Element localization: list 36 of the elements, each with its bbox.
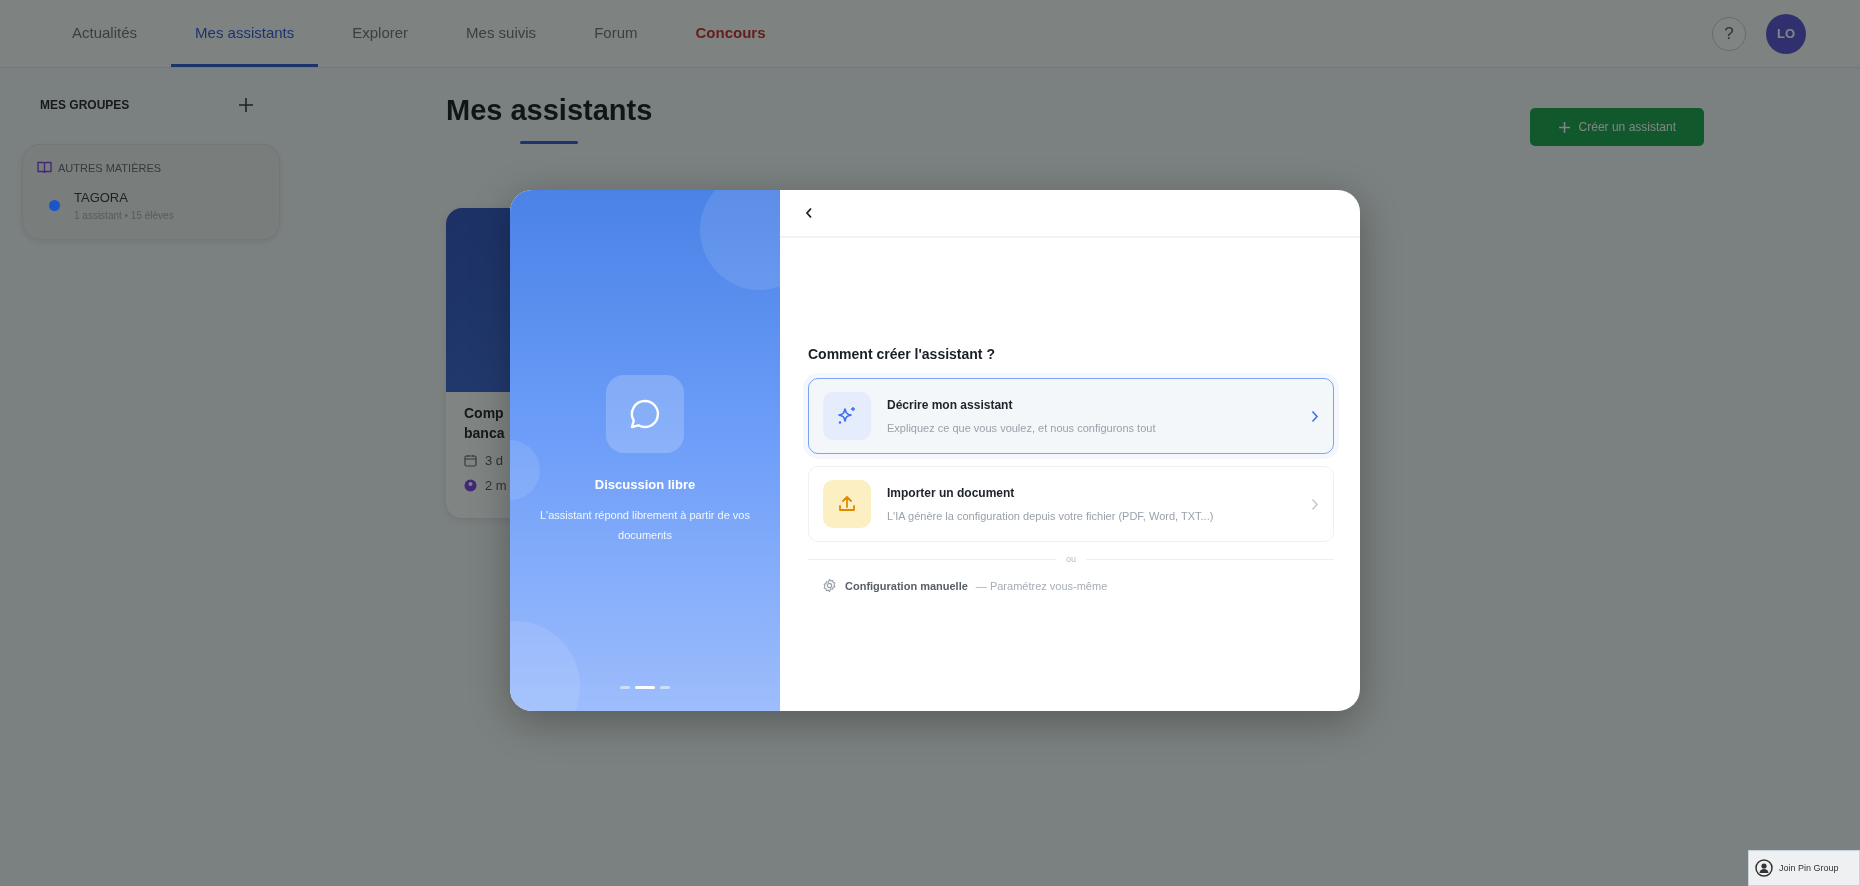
nav-tab[interactable]: Explorer [328,0,433,67]
calendar-icon [464,454,477,468]
option-card[interactable]: Importer un document L'IA génère la configuration depuis votre fichier (PDF, Word, TXT...) [808,466,1334,542]
help-button[interactable]: ? [1712,16,1746,51]
users-icon [464,479,477,493]
user-avatar[interactable]: LO [1766,13,1806,54]
nav-tab[interactable]: Actualités [48,0,162,67]
nav-tab[interactable]: Mes assistants [171,0,319,67]
separator-label: ou [1066,554,1076,564]
slide-title: Discussion libre [594,477,696,493]
nav-tab[interactable]: Forum [570,0,662,67]
group-name: AUTRES MATIÈRES [58,161,162,174]
user-icon [1755,859,1773,877]
chevron-right-icon [1311,497,1319,511]
sidebar-title: MES GROUPES [40,98,130,112]
back-icon[interactable] [805,207,813,219]
join-group-button[interactable]: Join Pin Group [1748,850,1860,886]
add-group-icon[interactable] [238,97,254,113]
card-members: 2 m [485,478,507,494]
chevron-right-icon [1311,409,1319,423]
chat-bubble-icon [606,375,684,454]
slide-description: L'assistant répond librement à partir de vos documents [539,508,751,543]
book-icon [37,161,52,174]
card-date: 3 d [485,453,504,469]
card-title: Comp banca [464,404,506,443]
group-item-name[interactable]: TAGORA [74,190,174,205]
plus-icon [1557,120,1571,134]
settings-icon [822,578,837,593]
upload-icon [823,480,871,528]
nav-tab[interactable]: Concours [671,0,790,67]
nav-tab[interactable]: Mes suivis [442,0,561,67]
page-title: Mes assistants [446,94,653,127]
sparkle-icon [823,392,871,440]
manual-configuration-link[interactable]: Configuration manuelle — Paramétrez vous-même [808,578,1108,593]
create-assistant-button[interactable]: Créer un assistant [1529,108,1704,146]
dialog-question: Comment créer l'assistant ? [808,346,996,362]
